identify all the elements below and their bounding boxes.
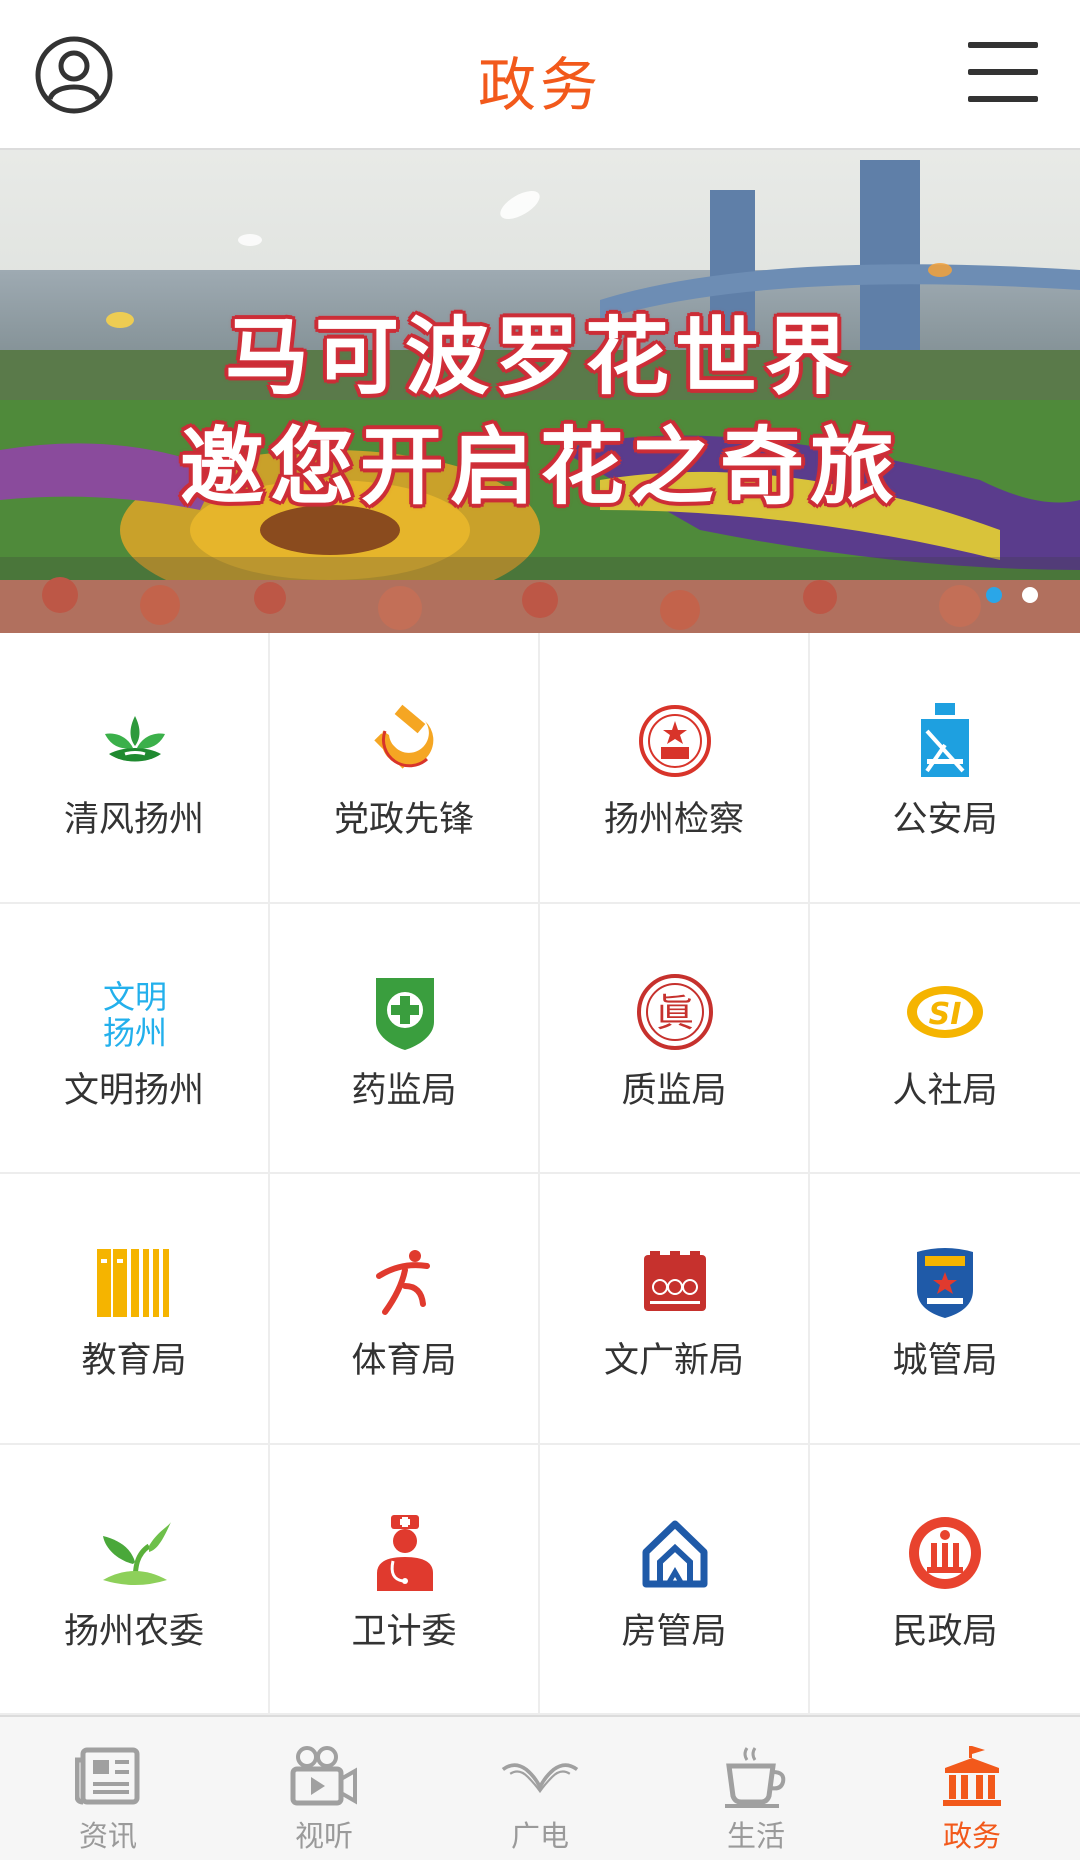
grid-item-social-security[interactable]: SI 人社局: [810, 904, 1080, 1174]
procuratorate-emblem-icon: [635, 701, 715, 781]
page-title: 政务: [477, 51, 602, 119]
grid-item-label: 党政先锋: [333, 800, 474, 840]
grid-item-label: 公安局: [892, 800, 998, 840]
grid-item-police[interactable]: 公安局: [810, 633, 1080, 904]
banner-dot[interactable]: [1022, 587, 1038, 603]
grid-item-quality[interactable]: 眞 质监局: [540, 903, 810, 1174]
books-icon: [95, 1242, 175, 1322]
tab-news[interactable]: 资讯: [0, 1717, 216, 1860]
banner-indicator-bar: [0, 557, 1080, 633]
doctor-icon: [365, 1513, 445, 1593]
urban-management-badge-icon: [905, 1242, 985, 1322]
banner-caption-line1: 马可波罗花世界: [224, 308, 855, 406]
coffee-cup-icon: [716, 1743, 796, 1809]
quality-seal-icon: 眞: [635, 972, 715, 1052]
culture-broadcast-icon: [635, 1242, 715, 1322]
banner-caption-line2: 邀您开启花之奇旅: [179, 418, 900, 516]
tab-label: 政务: [942, 1819, 1001, 1853]
tab-life[interactable]: 生活: [648, 1717, 864, 1860]
svg-text:文明: 文明: [103, 978, 167, 1016]
grid-item-civil-affairs[interactable]: 民政局: [810, 1445, 1080, 1715]
grid-item-procuratorate[interactable]: 扬州检察: [540, 633, 810, 904]
grid-item-drug-admin[interactable]: 药监局: [270, 903, 540, 1174]
bottom-tab-bar: 资讯 视听 广电 生活 政务: [0, 1715, 1080, 1860]
grid-item-culture[interactable]: 文广新局: [540, 1174, 810, 1445]
promo-banner[interactable]: 马可波罗花世界 邀您开启花之奇旅: [0, 150, 1080, 633]
grid-item-label: 人社局: [892, 1070, 998, 1111]
government-building-icon: [932, 1743, 1012, 1809]
grid-item-housing[interactable]: 房管局: [540, 1444, 810, 1715]
hammer-sickle-icon: [365, 701, 445, 781]
tab-label: 资讯: [78, 1819, 137, 1853]
grid-item-agriculture[interactable]: 扬州农委: [0, 1444, 270, 1715]
police-icon: [905, 701, 985, 781]
grid-item-label: 体育局: [351, 1341, 457, 1381]
hamburger-menu-icon[interactable]: [968, 42, 1042, 104]
grid-item-label: 文广新局: [603, 1341, 744, 1381]
drug-admin-shield-icon: [365, 972, 445, 1052]
grid-item-label: 教育局: [81, 1341, 187, 1381]
grid-item-urban-mgmt[interactable]: 城管局: [810, 1174, 1080, 1445]
top-header: 政务: [0, 0, 1080, 150]
tab-label: 广电: [510, 1819, 569, 1853]
grid-item-label: 清风扬州: [63, 800, 204, 840]
leaf-sprout-icon: [95, 1513, 175, 1593]
svg-text:扬州: 扬州: [103, 1014, 167, 1052]
grid-item-civilized[interactable]: 文明 扬州 文明扬州: [0, 903, 270, 1174]
grid-item-sports[interactable]: 体育局: [270, 1174, 540, 1445]
grid-item-label: 民政局: [892, 1611, 998, 1652]
svg-text:眞: 眞: [656, 991, 694, 1035]
grid-item-label: 质监局: [621, 1070, 727, 1111]
grid-item-health[interactable]: 卫计委: [270, 1444, 540, 1715]
house-icon: [635, 1513, 715, 1593]
tab-label: 视听: [294, 1819, 353, 1853]
grid-item-label: 城管局: [892, 1341, 998, 1381]
grid-item-qingfeng[interactable]: 清风扬州: [0, 633, 270, 904]
grid-item-label: 药监局: [351, 1070, 457, 1111]
civilized-yangzhou-text-icon: 文明 扬州: [95, 972, 175, 1052]
broadcast-logo-icon: [500, 1743, 580, 1809]
tab-broadcast[interactable]: 广电: [432, 1717, 648, 1860]
grid-item-label: 房管局: [621, 1611, 727, 1652]
banner-dot-active[interactable]: [986, 587, 1002, 603]
tab-video[interactable]: 视听: [216, 1717, 432, 1860]
sports-runner-icon: [365, 1242, 445, 1322]
civil-affairs-emblem-icon: [905, 1513, 985, 1593]
department-grid: 清风扬州 党政先锋 扬州检察 公安局 文明 扬州 文明扬州 药监局 眞 质监局 …: [0, 633, 1080, 1715]
grid-item-label: 文明扬州: [63, 1070, 204, 1111]
newspaper-icon: [68, 1743, 148, 1809]
svg-text:SI: SI: [929, 997, 962, 1032]
grid-item-label: 扬州检察: [603, 800, 744, 840]
tab-government[interactable]: 政务: [864, 1717, 1080, 1860]
tab-label: 生活: [726, 1819, 785, 1853]
green-lotus-icon: [95, 701, 175, 781]
grid-item-party[interactable]: 党政先锋: [270, 633, 540, 904]
grid-item-label: 扬州农委: [63, 1611, 204, 1652]
grid-item-education[interactable]: 教育局: [0, 1174, 270, 1445]
grid-item-label: 卫计委: [351, 1611, 457, 1652]
social-security-logo-icon: SI: [905, 972, 985, 1052]
video-camera-icon: [284, 1743, 364, 1809]
